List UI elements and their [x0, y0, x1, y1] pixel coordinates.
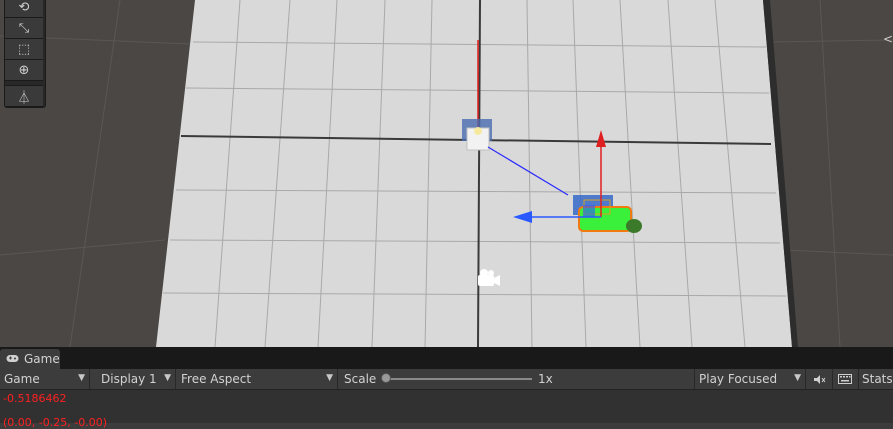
- transform-tool-icon[interactable]: ⊕: [5, 60, 43, 81]
- rotate-tool-icon[interactable]: ⟲: [5, 0, 43, 18]
- scene-viewport[interactable]: [0, 0, 893, 347]
- tab-game[interactable]: Game: [0, 349, 60, 369]
- display-dropdown[interactable]: Display 1 ▼: [97, 369, 176, 389]
- scale-tool-icon[interactable]: ⤡: [5, 18, 43, 39]
- light-sun-icon: [474, 127, 482, 135]
- stats-toggle[interactable]: Stats: [858, 369, 893, 389]
- scale-slider-thumb[interactable]: [381, 373, 391, 383]
- display-value: Display 1: [101, 372, 157, 386]
- play-mode-dropdown[interactable]: Play Focused ▼: [695, 369, 806, 389]
- chevron-down-icon: ▼: [326, 373, 333, 383]
- chevron-down-icon: ▼: [794, 373, 801, 383]
- aspect-value: Free Aspect: [181, 372, 252, 386]
- scale-value-text: 1x: [538, 372, 553, 386]
- custom-tool-icon[interactable]: ⏃: [5, 85, 43, 107]
- custom-glyph: ⏃: [17, 90, 31, 106]
- game-tab-bar: Game: [0, 347, 893, 369]
- game-toolbar: Game ▼ Display 1 ▼ Free Aspect ▼ Scale 1…: [0, 369, 893, 390]
- chevron-down-icon: ▼: [164, 373, 171, 383]
- play-mode-value: Play Focused: [699, 372, 778, 386]
- keyboard-icon[interactable]: [832, 369, 859, 389]
- scene-view[interactable]: ⟲ ⤡ ⬚ ⊕ ⏃ <: [0, 0, 893, 347]
- scale-glyph: ⤡: [18, 20, 30, 36]
- rect-glyph: ⬚: [17, 41, 31, 57]
- view-mode-value: Game: [4, 372, 40, 386]
- rect-tool-icon[interactable]: ⬚: [5, 39, 43, 60]
- transform-glyph: ⊕: [18, 62, 30, 78]
- view-mode-dropdown[interactable]: Game ▼: [0, 369, 90, 389]
- object-leaf: [626, 219, 642, 233]
- mute-audio-icon[interactable]: [806, 369, 833, 389]
- view-gizmo-icon[interactable]: <: [883, 32, 893, 46]
- game-view[interactable]: -0.5186462 (0.00, -0.25, -0.00): [0, 390, 893, 429]
- scale-value: 1x: [534, 369, 594, 389]
- gizmo-plane-handle[interactable]: [583, 205, 595, 217]
- rotate-glyph: ⟲: [18, 0, 30, 15]
- gamepad-icon: [6, 353, 19, 366]
- tab-game-label: Game: [24, 352, 60, 366]
- stats-label: Stats: [862, 372, 893, 386]
- debug-text-line: -0.5186462: [3, 392, 67, 405]
- chevron-down-icon: ▼: [78, 373, 85, 383]
- scale-label: Scale: [344, 372, 377, 386]
- scale-slider-track[interactable]: [386, 378, 532, 380]
- aspect-dropdown[interactable]: Free Aspect ▼: [177, 369, 338, 389]
- scene-toolbox: ⟲ ⤡ ⬚ ⊕ ⏃: [4, 0, 46, 108]
